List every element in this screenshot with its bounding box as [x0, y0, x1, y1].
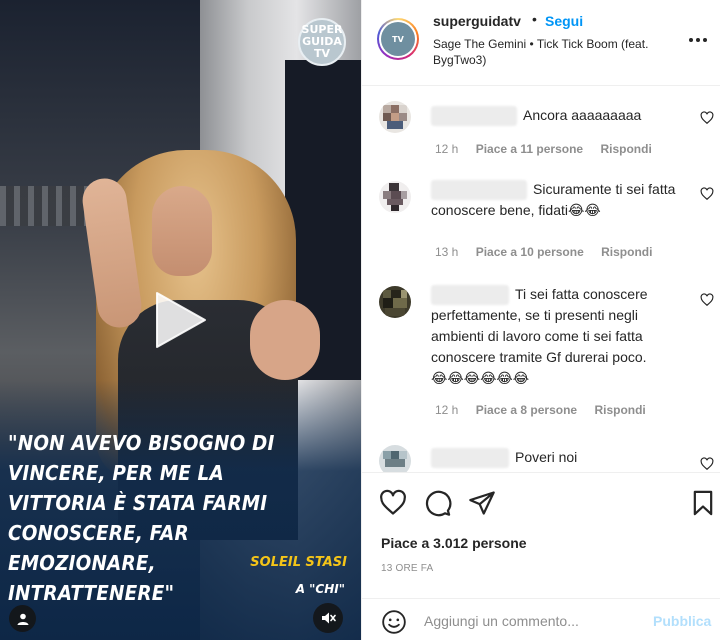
paper-plane-icon[interactable] [468, 489, 496, 517]
pixelated-avatar-image [379, 181, 411, 213]
smiley-icon[interactable] [381, 609, 407, 635]
comment-text: Ancora aaaaaaaaa [523, 107, 642, 123]
publish-button[interactable]: Pubblica [653, 613, 711, 629]
post-side-panel: TV superguidatv • Segui Sage The Gemini … [361, 0, 720, 640]
follow-button[interactable]: Segui [545, 13, 583, 29]
superguidatv-avatar-logo: TV [381, 22, 415, 56]
speaker-muted-icon [322, 612, 336, 624]
comment-likes[interactable]: Piace a 10 persone [476, 245, 584, 259]
reply-button[interactable]: Rispondi [600, 142, 651, 156]
mute-button[interactable] [313, 603, 343, 633]
heart-icon[interactable] [700, 293, 714, 307]
comment-time: 13 h [435, 245, 459, 259]
person-tag-icon [17, 613, 28, 625]
post-actions: Piace a 3.012 persone 13 ORE FA [362, 472, 720, 612]
commenter-avatar[interactable] [379, 101, 411, 133]
video-quote: "NON AVEVO BISOGNO DI VINCERE, PER ME LA… [8, 431, 275, 605]
commenter-avatar[interactable] [379, 181, 411, 213]
heart-icon[interactable] [700, 457, 714, 471]
redacted-username[interactable] [431, 448, 509, 469]
more-horizontal-icon [689, 38, 707, 42]
heart-icon[interactable] [700, 111, 714, 125]
quote-attribution: SOLEIL STASI [250, 555, 347, 570]
comment-text: Poveri noi [515, 449, 578, 465]
comment-input[interactable] [424, 611, 644, 631]
comment-emojis: 😂😂😂😂😂😂 [431, 370, 530, 387]
comment-likes[interactable]: Piace a 8 persone [476, 403, 577, 417]
quote-source: A "CHI" [295, 582, 345, 596]
redacted-username[interactable] [431, 180, 527, 201]
comment-icon[interactable] [424, 489, 452, 517]
comment-meta: 12 h Piace a 8 persone Rispondi [435, 403, 660, 417]
woman-face [152, 186, 212, 276]
play-button[interactable] [143, 285, 213, 355]
username-link[interactable]: superguidatv [433, 13, 521, 29]
bookmark-icon[interactable] [689, 489, 717, 517]
woman-shoulder [250, 300, 320, 380]
profile-avatar[interactable]: TV [377, 18, 419, 60]
post-timestamp[interactable]: 13 ORE FA [381, 563, 433, 574]
separator-dot: • [532, 11, 537, 27]
more-options-button[interactable] [684, 30, 712, 50]
reply-button[interactable]: Rispondi [594, 403, 645, 417]
reply-button[interactable]: Rispondi [601, 245, 652, 259]
heart-icon[interactable] [379, 489, 407, 517]
comment-meta: 12 h Piace a 11 persone Rispondi [435, 142, 666, 156]
comment-meta: 13 h Piace a 10 persone Rispondi [435, 245, 666, 259]
superguidatv-logo: SUPER GUIDA TV [298, 18, 346, 66]
redacted-username[interactable] [431, 106, 517, 127]
tagged-people-button[interactable] [9, 605, 36, 632]
comment-likes[interactable]: Piace a 11 persone [476, 142, 583, 156]
pixelated-avatar-image [379, 101, 411, 133]
pixelated-avatar-image [379, 286, 411, 318]
play-icon [156, 292, 206, 348]
comment-time: 12 h [435, 142, 459, 156]
post-likes-count[interactable]: Piace a 3.012 persone [381, 535, 527, 551]
comment-time: 12 h [435, 403, 459, 417]
commenter-avatar[interactable] [379, 286, 411, 318]
commenter-avatar[interactable] [379, 445, 411, 472]
heart-icon[interactable] [700, 187, 714, 201]
post-media[interactable]: SUPER GUIDA TV "NON AVEVO BISOGNO DI VIN… [0, 0, 361, 640]
post-header: TV superguidatv • Segui Sage The Gemini … [362, 0, 720, 86]
audio-track-link[interactable]: Sage The Gemini • Tick Tick Boom (feat. … [433, 36, 663, 68]
comments-list[interactable]: Ancora aaaaaaaaa 12 h Piace a 11 persone… [362, 87, 720, 472]
pixelated-avatar-image [379, 445, 411, 472]
logo-text: SUPER GUIDA TV [301, 23, 343, 60]
comment-emojis: 😂😂 [567, 202, 601, 219]
add-comment-bar: Pubblica [362, 598, 720, 640]
redacted-username[interactable] [431, 285, 509, 306]
